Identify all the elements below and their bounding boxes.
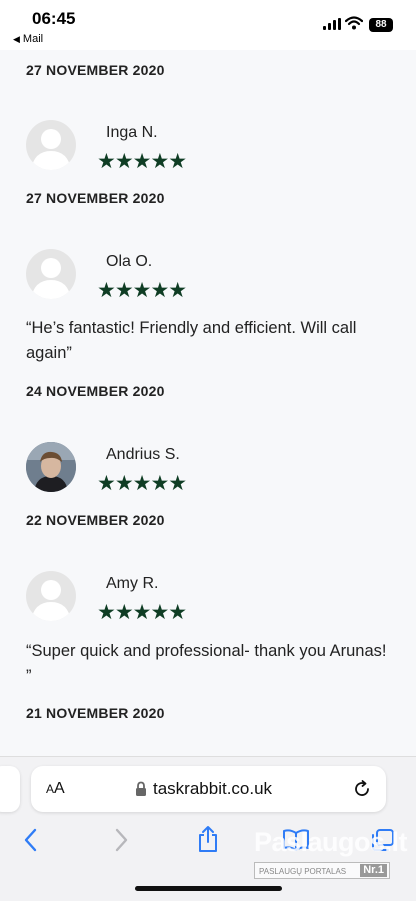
rating-stars: ★★★★★ [97, 601, 187, 624]
review-comment: “He’s fantastic! Friendly and efficient.… [26, 319, 357, 362]
reader-options-button[interactable]: AA [46, 780, 65, 798]
reviewer-name: Amy R. [106, 575, 159, 592]
status-time: 06:45 [32, 9, 76, 28]
reviewer-name: Inga N. [106, 124, 158, 141]
watermark-subtitle: PASLAUGŲ PORTALAS [259, 867, 347, 876]
review-date: 22 NOVEMBER 2020 [26, 512, 165, 528]
lock-icon [136, 781, 146, 796]
status-bar: 06:45 ◀ Mail 88 [0, 0, 416, 50]
reviewer-name: Ola O. [106, 253, 153, 270]
avatar-placeholder [26, 571, 76, 621]
review-comment: “Super quick and professional- thank you… [26, 642, 387, 685]
review-date: 27 NOVEMBER 2020 [26, 62, 165, 78]
reviews-list: 27 NOVEMBER 2020 Inga N. ★★★★★ 27 NOVEMB… [0, 50, 416, 756]
watermark: Paslaugos.lt PASLAUGŲ PORTALAS Nr.1 [254, 827, 408, 879]
watermark-banner: PASLAUGŲ PORTALAS Nr.1 [254, 862, 390, 879]
battery-icon: 88 [369, 18, 393, 32]
back-to-mail[interactable]: ◀ Mail [13, 33, 43, 45]
previous-tab-card[interactable] [0, 766, 20, 812]
browser-bottom-bar: AA taskrabbit.co.uk Paslaugos.lt PASLAUG… [0, 756, 416, 901]
avatar-placeholder [26, 120, 76, 170]
review-date: 24 NOVEMBER 2020 [26, 383, 165, 399]
wifi-icon [345, 16, 363, 30]
back-triangle-icon: ◀ [13, 34, 20, 44]
avatar-photo [26, 442, 76, 492]
forward-chevron-icon[interactable] [112, 827, 130, 853]
reviewer-name: Andrius S. [106, 446, 180, 463]
watermark-badge: Nr.1 [360, 864, 387, 877]
rating-stars: ★★★★★ [97, 472, 187, 495]
rating-stars: ★★★★★ [97, 150, 187, 173]
back-chevron-icon[interactable] [22, 827, 40, 853]
url-text[interactable]: taskrabbit.co.uk [153, 779, 272, 799]
review-date: 21 NOVEMBER 2020 [26, 705, 165, 721]
reload-icon[interactable] [352, 779, 372, 799]
avatar-placeholder [26, 249, 76, 299]
cellular-signal-icon [323, 18, 341, 30]
watermark-brand: Paslaugos.lt [254, 827, 408, 857]
address-bar[interactable]: AA taskrabbit.co.uk [31, 766, 386, 812]
home-indicator [135, 886, 282, 891]
review-date: 27 NOVEMBER 2020 [26, 190, 165, 206]
share-icon[interactable] [197, 825, 219, 853]
rating-stars: ★★★★★ [97, 279, 187, 302]
back-app-label: Mail [22, 33, 44, 45]
